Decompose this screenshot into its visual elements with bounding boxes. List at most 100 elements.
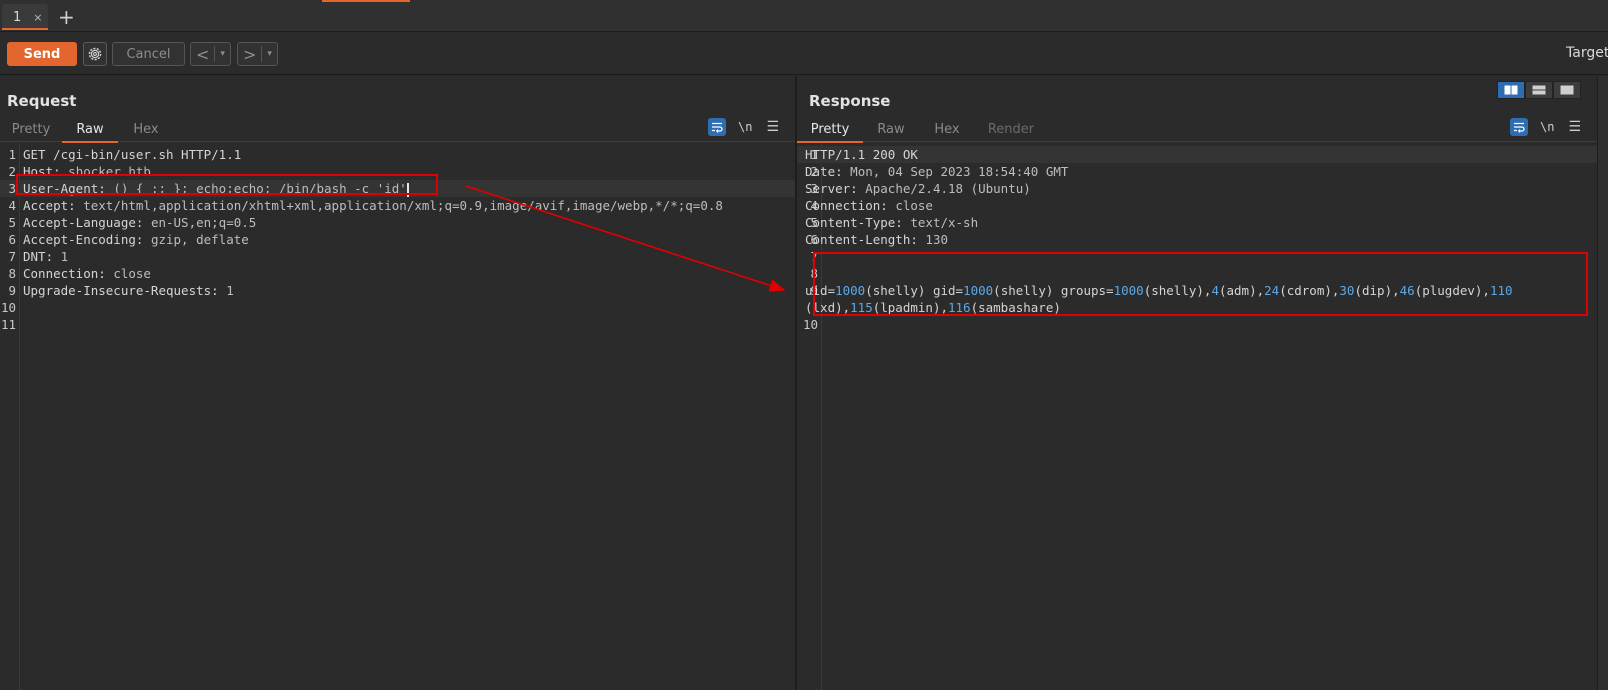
code-line[interactable]: 7 DNT: 1 [0, 248, 795, 265]
header-value: text/x-sh [902, 215, 979, 230]
code-line[interactable]: 4 Connection: close [797, 197, 1608, 214]
code-line[interactable]: 3 Server: Apache/2.4.18 (Ubuntu) [797, 180, 1608, 197]
line-content: Upgrade-Insecure-Requests: 1 [23, 282, 234, 299]
menu-icon[interactable]: ☰ [766, 119, 779, 135]
header-name: Content-Length: [805, 232, 918, 247]
newline-icon[interactable]: \n [1540, 120, 1554, 134]
response-tools: \n ☰ [1510, 117, 1581, 137]
tab-response-render[interactable]: Render [975, 116, 1047, 142]
annotation-box-request [16, 174, 438, 195]
tab-response-raw[interactable]: Raw [863, 116, 919, 142]
tab-response-hex[interactable]: Hex [919, 116, 975, 142]
request-editor[interactable]: 1 GET /cgi-bin/user.sh HTTP/1.1 2 Host: sho… [0, 143, 795, 690]
header-name: DNT: [23, 249, 54, 264]
code-line[interactable]: 6 Accept-Encoding: gzip, deflate [0, 231, 795, 248]
target-label[interactable]: Target [1566, 45, 1608, 61]
line-content: Accept: text/html,application/xhtml+xml,… [23, 197, 723, 214]
code-line[interactable]: 5 Accept-Language: en-US,en;q=0.5 [0, 214, 795, 231]
tab-1-underline [2, 28, 48, 30]
line-number: 11 [0, 317, 16, 332]
tab-1[interactable]: 1 × [2, 4, 48, 30]
chevron-down-icon[interactable]: ▾ [262, 49, 277, 59]
settings-button[interactable] [83, 42, 107, 66]
header-value: 130 [917, 232, 948, 247]
header-value: close [887, 198, 933, 213]
layout-toggle [1497, 81, 1581, 99]
wrap-glyph-icon [1514, 122, 1525, 133]
tab-response-pretty[interactable]: Pretty [797, 116, 863, 143]
request-title: Request [7, 92, 77, 110]
code-line[interactable]: 8 Connection: close [0, 265, 795, 282]
code-line[interactable]: 11 [0, 316, 795, 333]
line-content: Date: Mon, 04 Sep 2023 18:54:40 GMT [805, 163, 1068, 180]
line-number: 1 [8, 147, 16, 162]
back-button[interactable]: < ▾ [190, 42, 231, 66]
columns-icon [1504, 85, 1518, 95]
close-icon[interactable]: × [33, 11, 42, 24]
menu-icon[interactable]: ☰ [1568, 119, 1581, 135]
word-wrap-icon[interactable] [708, 118, 726, 136]
tab-strip: 1 × + [0, 0, 1608, 32]
code-line[interactable]: 1 GET /cgi-bin/user.sh HTTP/1.1 [0, 146, 795, 163]
inspector-collapsed-bar[interactable] [1597, 76, 1608, 690]
header-value: text/html,application/xhtml+xml,applicat… [75, 198, 723, 213]
side-by-side-layout-button[interactable] [1497, 81, 1525, 99]
cancel-button[interactable]: Cancel [112, 42, 185, 66]
code-line[interactable]: 1 HTTP/1.1 200 OK [797, 146, 1608, 163]
header-name: Accept-Language: [23, 215, 144, 230]
tab-request-hex[interactable]: Hex [118, 116, 174, 142]
request-subtabs: Pretty Raw Hex [0, 116, 795, 143]
chevron-down-icon[interactable]: ▾ [215, 49, 230, 59]
line-number: 4 [8, 198, 16, 213]
line-number: 6 [8, 232, 16, 247]
line-content: DNT: 1 [23, 248, 68, 265]
response-subtabs: Pretty Raw Hex Render [797, 116, 1608, 143]
line-number: 5 [8, 215, 16, 230]
line-content: Content-Type: text/x-sh [805, 214, 978, 231]
header-value: Apache/2.4.18 (Ubuntu) [857, 181, 1031, 196]
header-name: Accept-Encoding: [23, 232, 144, 247]
header-value: close [105, 266, 151, 281]
forward-button[interactable]: > ▾ [237, 42, 278, 66]
word-wrap-icon[interactable] [1510, 118, 1528, 136]
line-content: Content-Length: 130 [805, 231, 948, 248]
tab-request-pretty[interactable]: Pretty [0, 116, 62, 142]
header-name: Accept: [23, 198, 76, 213]
header-name: Server: [805, 181, 858, 196]
line-number: 7 [8, 249, 16, 264]
code-line[interactable]: 6 Content-Length: 130 [797, 231, 1608, 248]
tab-strip-accent [322, 0, 410, 2]
line-number: 8 [8, 266, 16, 281]
code-line[interactable]: 10 [0, 299, 795, 316]
code-line[interactable]: 2 Date: Mon, 04 Sep 2023 18:54:40 GMT [797, 163, 1608, 180]
newline-icon[interactable]: \n [738, 120, 752, 134]
gear-icon [88, 47, 102, 61]
code-line[interactable]: 5 Content-Type: text/x-sh [797, 214, 1608, 231]
line-number: 3 [8, 181, 16, 196]
single-layout-button[interactable] [1553, 81, 1581, 99]
header-name: GET /cgi-bin/user.sh HTTP/1.1 [23, 147, 242, 162]
code-line[interactable]: 10 [797, 316, 1608, 333]
code-line[interactable]: 9 Upgrade-Insecure-Requests: 1 [0, 282, 795, 299]
code-line[interactable]: 4 Accept: text/html,application/xhtml+xml… [0, 197, 795, 214]
wrap-glyph-icon [712, 122, 723, 133]
chevron-left-icon: < [196, 44, 210, 64]
header-value: 1 [53, 249, 69, 264]
line-content: Connection: close [805, 197, 933, 214]
header-value: Mon, 04 Sep 2023 18:54:40 GMT [842, 164, 1069, 179]
stacked-layout-button[interactable] [1525, 81, 1553, 99]
tab-request-raw[interactable]: Raw [62, 116, 118, 143]
single-pane-icon [1560, 85, 1574, 95]
header-value: gzip, deflate [143, 232, 249, 247]
line-content: Accept-Encoding: gzip, deflate [23, 231, 249, 248]
rows-icon [1532, 85, 1546, 95]
line-content: GET /cgi-bin/user.sh HTTP/1.1 [23, 146, 241, 163]
line-number: 2 [8, 164, 16, 179]
header-value: en-US,en;q=0.5 [143, 215, 257, 230]
header-name: Connection: [23, 266, 106, 281]
plus-icon[interactable]: + [58, 5, 75, 29]
send-button[interactable]: Send [7, 42, 77, 66]
annotation-box-response [813, 252, 1588, 316]
response-editor[interactable]: 1 HTTP/1.1 200 OK 2 Date: Mon, 04 Sep 2023 … [797, 143, 1608, 690]
response-title: Response [809, 92, 891, 110]
